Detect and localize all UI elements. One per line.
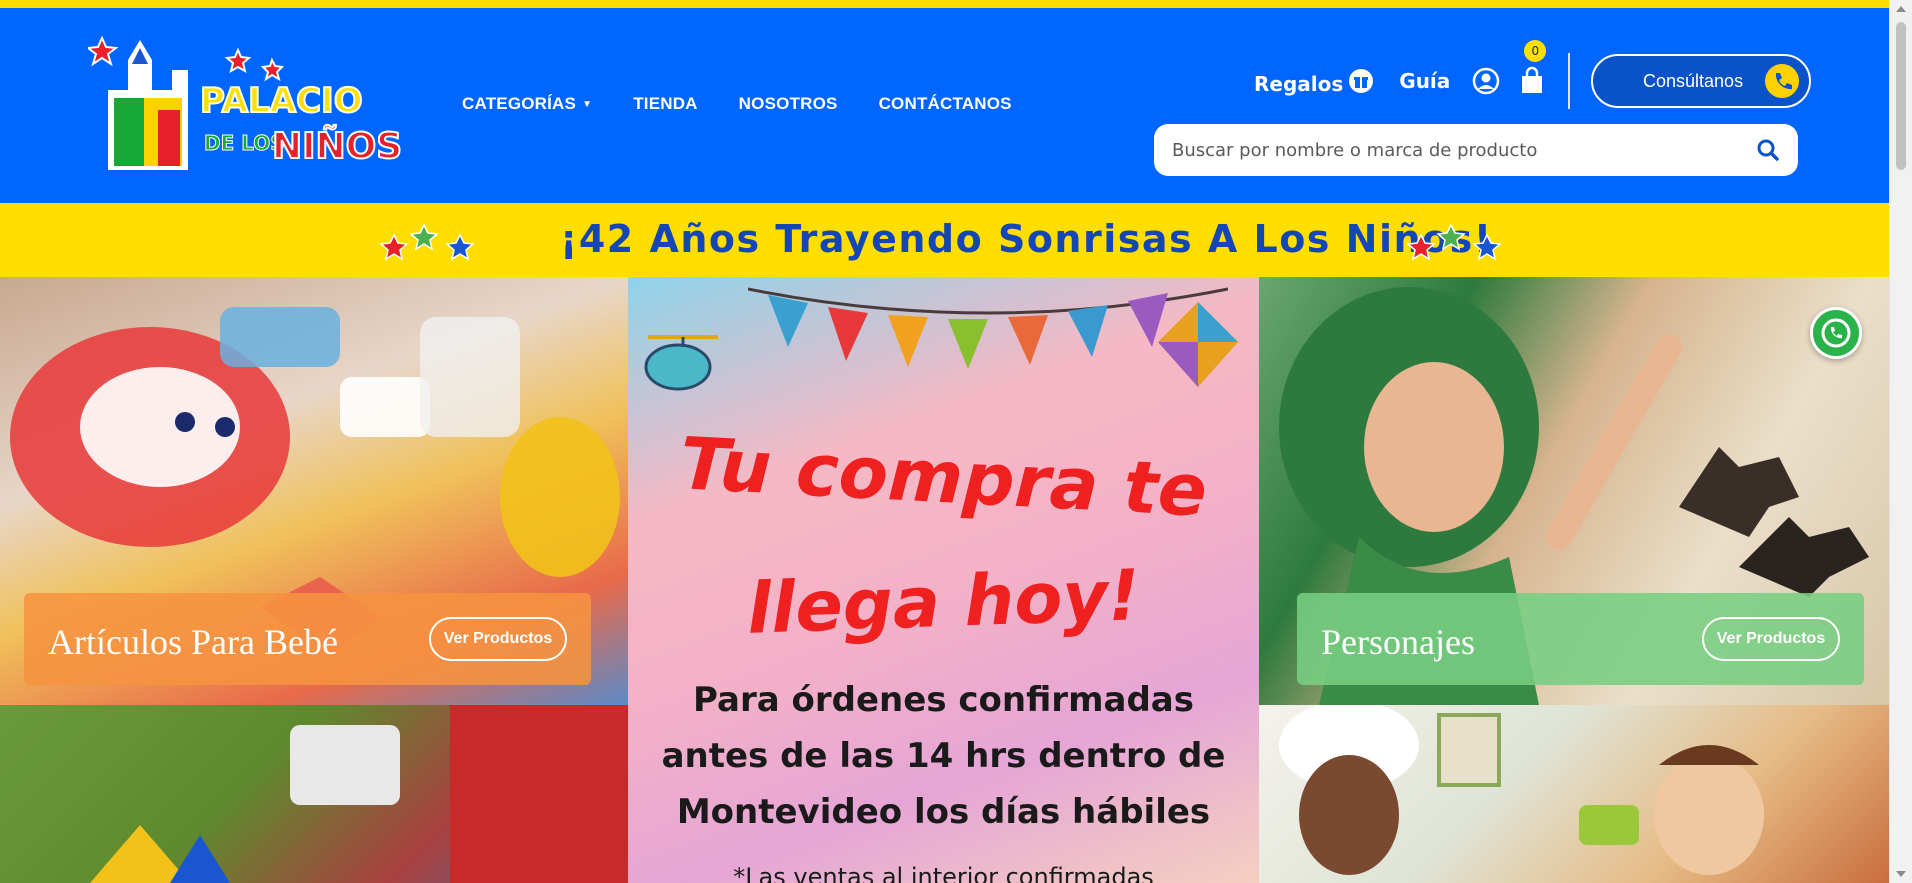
promo-headline-line2: llega hoy! (745, 554, 1142, 650)
promo-body: Para órdenes confirmadas antes de las 14… (628, 672, 1259, 840)
scroll-up-arrow-icon[interactable] (1896, 6, 1906, 12)
nav-tienda[interactable]: TIENDA (633, 94, 697, 114)
nav-categorias-label: CATEGORÍAS (462, 94, 577, 113)
promo-headline-line1: Tu compra te (678, 421, 1209, 533)
category-title: Personajes (1321, 622, 1475, 662)
search-bar (1154, 124, 1798, 176)
view-products-button[interactable]: Ver Productos (429, 617, 567, 661)
category-tile-bottom-right[interactable] (1259, 705, 1889, 883)
gifts-link[interactable]: Regalos (1254, 67, 1374, 96)
promo-body-line: antes de las 14 hrs dentro de (661, 736, 1226, 776)
whatsapp-icon (1821, 318, 1851, 348)
nav-categorias[interactable]: CATEGORÍAS ▼ (462, 94, 592, 114)
category-title: Artículos Para Bebé (48, 622, 338, 662)
svg-text:NIÑOS: NIÑOS (272, 125, 402, 167)
nav-contactanos[interactable]: CONTÁCTANOS (879, 94, 1012, 114)
consult-button-label: Consúltanos (1643, 70, 1744, 91)
cart-count-badge: 0 (1524, 40, 1547, 62)
main-nav: CATEGORÍAS ▼ TIENDA NOSOTROS CONTÁCTANOS (462, 94, 1012, 114)
header-divider (1568, 53, 1570, 109)
nav-nosotros[interactable]: NOSOTROS (739, 94, 838, 114)
phone-icon (1765, 64, 1799, 98)
search-icon[interactable] (1756, 138, 1780, 162)
cart-button[interactable]: 0 (1518, 40, 1547, 96)
svg-text:PALACIO: PALACIO (200, 81, 363, 121)
top-links: Regalos Guía 0 (1254, 40, 1547, 96)
promo-banner: ¡42 Años Trayendo Sonrisas A Los Niños! (0, 203, 1889, 277)
guide-link[interactable]: Guía (1399, 69, 1450, 93)
whatsapp-float-button[interactable] (1810, 307, 1862, 359)
gifts-label: Regalos (1254, 71, 1344, 96)
kite-decoration (1158, 302, 1238, 387)
promo-body-line: Para órdenes confirmadas (693, 680, 1194, 720)
helicopter-decoration (644, 335, 718, 391)
promo-footnote: *Las ventas al interior confirmadas (733, 863, 1154, 883)
category-tile-personajes[interactable]: Personajes Ver Productos (1259, 277, 1889, 705)
scroll-thumb[interactable] (1896, 22, 1906, 170)
scroll-down-arrow-icon[interactable] (1896, 871, 1906, 877)
site-header: PALACIO DE LOS NIÑOS CATEGORÍAS ▼ TIENDA … (0, 8, 1889, 203)
delivery-promo-tile[interactable]: Tu compra te llega hoy! Para órdenes con… (628, 277, 1259, 883)
view-products-button[interactable]: Ver Productos (1702, 617, 1840, 661)
gift-icon (1349, 68, 1374, 93)
category-card: Personajes Ver Productos (1297, 593, 1864, 685)
category-tile-bebe[interactable]: Artículos Para Bebé Ver Productos (0, 277, 628, 705)
stars-decoration-left (379, 223, 475, 261)
banner-text: ¡42 Años Trayendo Sonrisas A Los Niños! (560, 217, 1493, 261)
category-card: Artículos Para Bebé Ver Productos (24, 593, 591, 685)
top-stripe (0, 0, 1889, 8)
stars-decoration-right (1406, 223, 1502, 261)
shopping-bag-icon (1522, 66, 1543, 93)
promo-body-line: Montevideo los días hábiles (676, 792, 1211, 832)
user-account-icon[interactable] (1472, 67, 1500, 95)
search-input[interactable] (1172, 124, 1732, 176)
brand-logo[interactable]: PALACIO DE LOS NIÑOS (88, 20, 408, 195)
toy-truck-image (90, 705, 628, 883)
chevron-down-icon: ▼ (582, 99, 593, 111)
page: PALACIO DE LOS NIÑOS CATEGORÍAS ▼ TIENDA … (0, 0, 1912, 883)
page-scrollbar[interactable] (1889, 0, 1912, 883)
kids-cooking-image (1279, 705, 1764, 875)
consult-button[interactable]: Consúltanos (1591, 54, 1811, 108)
category-tile-bottom-left[interactable] (0, 705, 628, 883)
